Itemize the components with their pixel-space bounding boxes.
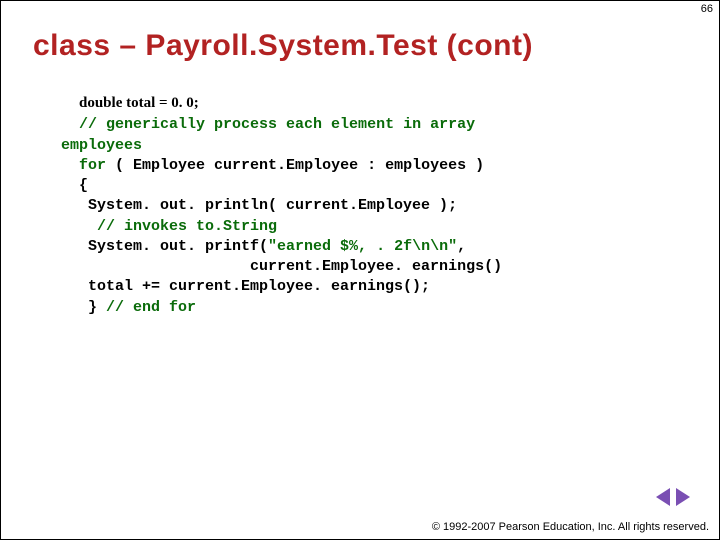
comment: // generically process each element in a… [79, 116, 475, 133]
page-number: 66 [701, 3, 713, 15]
code-line: // invokes to.String [61, 217, 659, 237]
slide-title: class – Payroll.System.Test (cont) [33, 29, 719, 63]
code-line: System. out. printf("earned $%, . 2f\n\n… [61, 237, 659, 257]
code-line: current.Employee. earnings() [61, 257, 659, 277]
code-line: for ( Employee current.Employee : employ… [61, 156, 659, 176]
code-line: // generically process each element in a… [61, 115, 659, 135]
string-literal: "earned $%, . 2f\n\n" [268, 238, 457, 255]
code-line: employees [61, 136, 659, 156]
comment: // invokes to.String [97, 218, 277, 235]
prev-button-icon[interactable] [656, 488, 670, 506]
code-line: total += current.Employee. earnings(); [61, 277, 659, 297]
code-line: { [61, 176, 659, 196]
nav-buttons [655, 488, 691, 511]
code-block: double total = 0. 0; // generically proc… [61, 93, 659, 318]
comment: // end for [106, 299, 196, 316]
next-button-icon[interactable] [676, 488, 690, 506]
declaration-line: double total = 0. 0; [79, 93, 659, 113]
copyright-text: © 1992-2007 Pearson Education, Inc. All … [432, 521, 709, 533]
keyword-for: for [79, 157, 106, 174]
code-line: System. out. println( current.Employee )… [61, 196, 659, 216]
code-line: } // end for [61, 298, 659, 318]
